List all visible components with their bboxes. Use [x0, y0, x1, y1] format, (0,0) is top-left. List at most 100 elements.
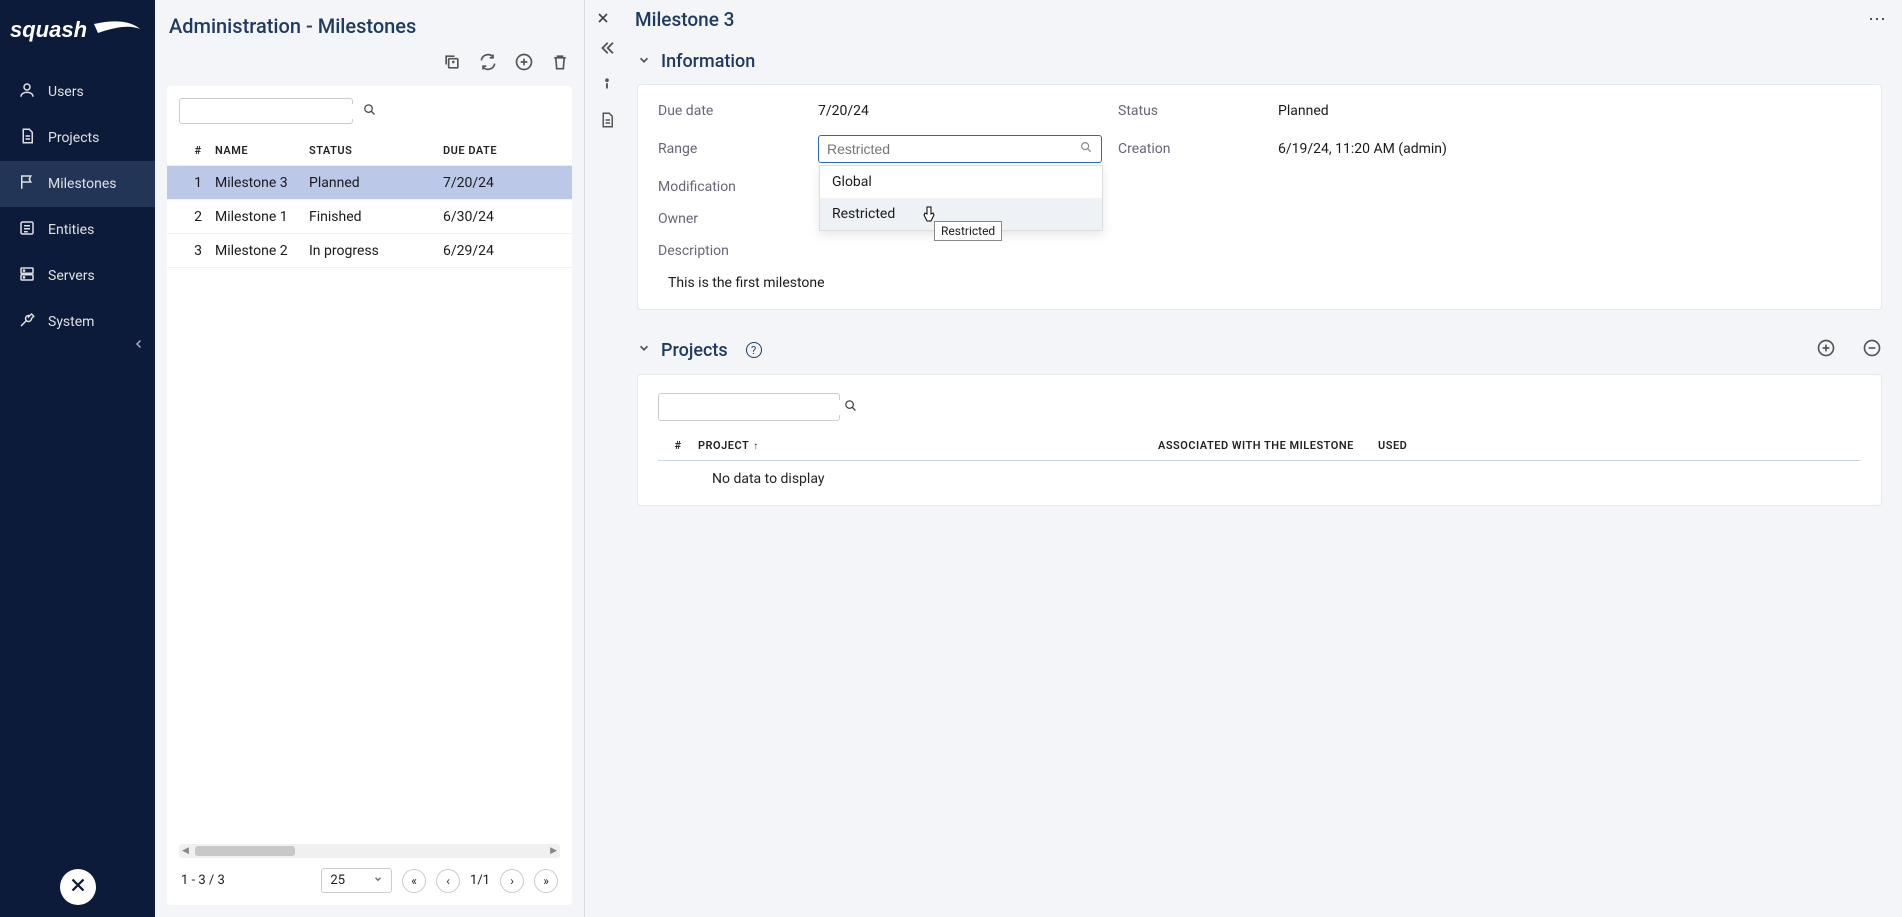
cursor-icon	[920, 205, 938, 231]
add-project-button[interactable]	[1816, 338, 1836, 362]
section-header-information: Information	[637, 51, 1882, 72]
sidebar-item-label: Servers	[48, 268, 95, 284]
table-row[interactable]: 2 Milestone 1 Finished 6/30/24	[167, 200, 572, 234]
help-icon[interactable]: ?	[746, 342, 762, 358]
label-range: Range	[658, 141, 808, 157]
section-title: Projects	[661, 340, 728, 361]
chevron-down-icon	[373, 873, 383, 888]
project-search[interactable]	[658, 393, 840, 421]
sidebar-item-system[interactable]: System	[0, 299, 155, 345]
sidebar-item-label: Entities	[48, 222, 94, 238]
pager-indicator: 1/1	[470, 873, 490, 888]
chevron-down-icon[interactable]	[637, 53, 651, 71]
sidebar-item-label: Milestones	[48, 176, 117, 192]
table-row[interactable]: 1 Milestone 3 Planned 7/20/24	[167, 166, 572, 200]
table-body: 1 Milestone 3 Planned 7/20/24 2 Mileston…	[167, 166, 572, 844]
close-icon	[67, 874, 89, 900]
col-status[interactable]: STATUS	[309, 144, 443, 157]
close-detail-button[interactable]	[595, 10, 611, 30]
collapse-rail-button[interactable]	[598, 39, 616, 61]
pager-next-button[interactable]: ›	[500, 869, 524, 893]
table-row[interactable]: 3 Milestone 2 In progress 6/29/24	[167, 234, 572, 268]
label-modification: Modification	[658, 179, 808, 195]
range-combobox[interactable]: Global Restricted	[818, 135, 1102, 163]
document-tab-button[interactable]	[598, 111, 616, 133]
delete-button[interactable]	[550, 52, 570, 76]
sidebar-item-label: Projects	[48, 130, 99, 146]
list-icon	[18, 219, 36, 241]
brand-logo: squash	[0, 0, 155, 69]
label-description: Description	[658, 243, 1861, 259]
sidebar-item-milestones[interactable]: Milestones	[0, 161, 155, 207]
table-header: # NAME STATUS DUE DATE	[167, 136, 572, 166]
sidebar-item-users[interactable]: Users	[0, 69, 155, 115]
sidebar-item-projects[interactable]: Projects	[0, 115, 155, 161]
sidebar-item-label: Users	[48, 84, 84, 100]
more-menu-button[interactable]: ⋯	[1868, 9, 1888, 30]
col-idx[interactable]: #	[658, 439, 698, 452]
pager-range: 1 - 3 / 3	[181, 873, 225, 888]
milestone-search[interactable]	[179, 98, 353, 124]
page-size-select[interactable]: 25	[321, 868, 392, 893]
search-input[interactable]	[186, 104, 362, 119]
value-status[interactable]: Planned	[1278, 103, 1861, 119]
search-icon	[843, 398, 858, 417]
horizontal-scrollbar[interactable]: ◀ ▶	[179, 844, 560, 858]
sidebar-close-button[interactable]	[60, 869, 96, 905]
col-used[interactable]: USED	[1378, 439, 1448, 452]
server-icon	[18, 265, 36, 287]
svg-text:squash: squash	[10, 17, 87, 42]
col-due[interactable]: DUE DATE	[443, 144, 533, 157]
scroll-left-icon: ◀	[182, 846, 189, 856]
sync-button[interactable]	[478, 52, 498, 76]
search-icon	[362, 102, 377, 121]
detail-title: Milestone 3	[635, 8, 1868, 31]
sidebar-collapse-button[interactable]	[133, 338, 145, 354]
detail-rail	[585, 31, 629, 917]
sidebar: squash Users Projects Milestones Entitie…	[0, 0, 155, 917]
label-owner: Owner	[658, 211, 808, 227]
projects-card: # PROJECT↑ ASSOCIATED WITH THE MILESTONE…	[637, 374, 1882, 506]
wrench-icon	[18, 311, 36, 333]
detail-panel: Milestone 3 ⋯ Information Due date 7/20/…	[585, 0, 1902, 917]
col-associated[interactable]: ASSOCIATED WITH THE MILESTONE	[1158, 439, 1378, 452]
label-due-date: Due date	[658, 103, 808, 119]
information-card: Due date 7/20/24 Status Planned Range Gl…	[637, 84, 1882, 310]
value-description[interactable]: This is the first milestone	[658, 275, 1861, 291]
page-title: Administration - Milestones	[169, 14, 568, 38]
label-creation: Creation	[1118, 141, 1268, 157]
col-project[interactable]: PROJECT↑	[698, 439, 1158, 452]
info-tab-button[interactable]	[598, 75, 616, 97]
projects-table-header: # PROJECT↑ ASSOCIATED WITH THE MILESTONE…	[658, 439, 1861, 461]
milestone-list-panel: Administration - Milestones # NAME STATU…	[155, 0, 585, 917]
search-input[interactable]	[667, 400, 843, 415]
list-toolbar	[155, 46, 584, 86]
copy-button[interactable]	[442, 52, 462, 76]
scroll-right-icon: ▶	[550, 846, 557, 856]
pager-first-button[interactable]: «	[402, 869, 426, 893]
sidebar-item-label: System	[48, 314, 94, 330]
search-icon	[1079, 140, 1093, 158]
chevron-down-icon[interactable]	[637, 341, 651, 359]
col-name[interactable]: NAME	[215, 144, 309, 157]
col-idx[interactable]: #	[181, 144, 215, 157]
projects-nodata-label: No data to display	[658, 461, 1861, 487]
value-creation: 6/19/24, 11:20 AM (admin)	[1278, 141, 1861, 157]
document-icon	[18, 127, 36, 149]
range-input[interactable]	[827, 141, 1079, 157]
range-option-global[interactable]: Global	[820, 166, 1102, 198]
scrollbar-thumb[interactable]	[195, 846, 295, 856]
sidebar-item-entities[interactable]: Entities	[0, 207, 155, 253]
milestone-table-card: # NAME STATUS DUE DATE 1 Milestone 3 Pla…	[167, 86, 572, 905]
pager-last-button[interactable]: »	[534, 869, 558, 893]
pager: 1 - 3 / 3 25 « ‹ 1/1 › »	[167, 858, 572, 905]
value-due-date[interactable]: 7/20/24	[818, 103, 1108, 119]
remove-project-button[interactable]	[1862, 338, 1882, 362]
pager-prev-button[interactable]: ‹	[436, 869, 460, 893]
label-status: Status	[1118, 103, 1268, 119]
sidebar-item-servers[interactable]: Servers	[0, 253, 155, 299]
add-button[interactable]	[514, 52, 534, 76]
sort-asc-icon: ↑	[753, 441, 759, 452]
user-icon	[18, 81, 36, 103]
detail-main: Information Due date 7/20/24 Status Plan…	[629, 31, 1902, 917]
